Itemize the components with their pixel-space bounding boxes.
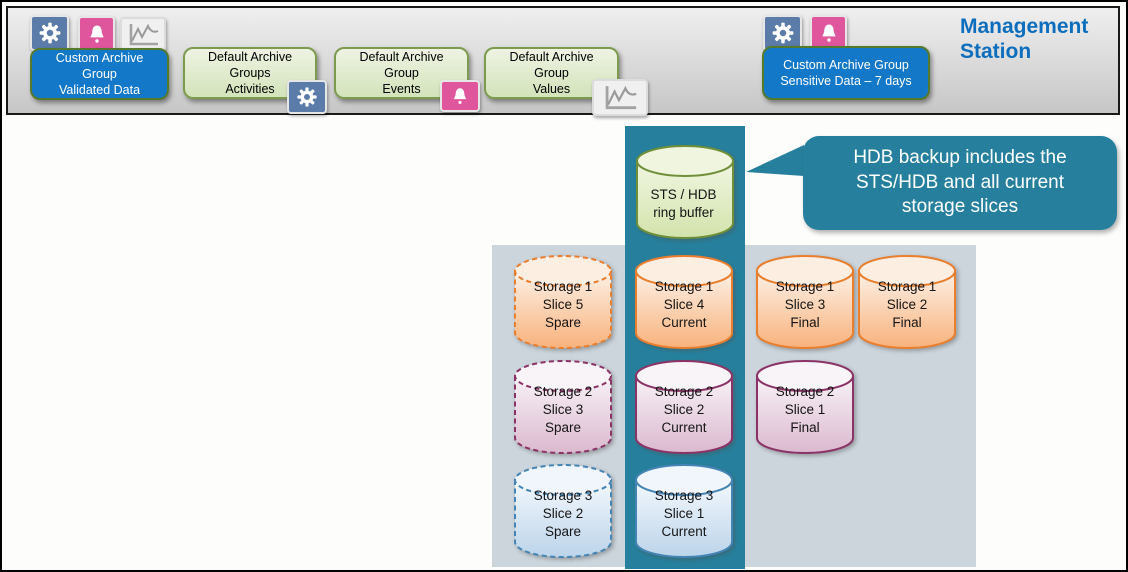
label-line: Slice 2 — [857, 296, 957, 314]
label-line: Slice 5 — [513, 296, 613, 314]
label-line: Spare — [513, 314, 613, 332]
label-line: Slice 2 — [513, 505, 613, 523]
bell-icon[interactable] — [78, 16, 115, 51]
chart-glyph — [125, 22, 161, 48]
label-line: Current — [634, 419, 734, 437]
cylinder-label: Storage 3 Slice 1 Current — [634, 487, 734, 540]
chart-glyph — [598, 84, 642, 112]
label-line: Current — [634, 314, 734, 332]
cylinder-label: Storage 1 Slice 4 Current — [634, 278, 734, 331]
label-line: Slice 2 — [634, 401, 734, 419]
chart-icon[interactable] — [592, 79, 648, 116]
label-line: Storage 1 — [755, 278, 855, 296]
chart-icon[interactable] — [120, 17, 166, 52]
label-line: Spare — [513, 523, 613, 541]
cylinder-label: Storage 1 Slice 2 Final — [857, 278, 957, 331]
gear-glyph — [770, 20, 796, 46]
label-line: Spare — [513, 419, 613, 437]
label-line: Slice 4 — [634, 296, 734, 314]
hdb-backup-callout: HDB backup includes the STS/HDB and all … — [803, 136, 1117, 230]
page-title: Management Station — [960, 14, 1088, 64]
cylinder-label: Storage 1 Slice 5 Spare — [513, 278, 613, 331]
label-line: Slice 1 — [755, 401, 855, 419]
cylinder-label: Storage 2 Slice 2 Current — [634, 383, 734, 436]
label-line: Final — [755, 314, 855, 332]
callout-pointer — [746, 145, 804, 176]
gear-icon[interactable] — [287, 80, 327, 114]
label-line: ring buffer — [635, 204, 732, 222]
gear-glyph — [295, 85, 319, 109]
bell-icon[interactable] — [440, 80, 480, 112]
label-line: Storage 3 — [513, 487, 613, 505]
custom-archive-group-validated-data[interactable]: Custom Archive Group Validated Data — [30, 48, 169, 100]
label-line: Storage 3 — [634, 487, 734, 505]
cylinder-label: Storage 3 Slice 2 Spare — [513, 487, 613, 540]
label-line: STS / HDB — [635, 186, 732, 204]
label-line: Final — [857, 314, 957, 332]
label-line: Storage 2 — [634, 383, 734, 401]
label-line: Slice 3 — [513, 401, 613, 419]
label-line: Storage 1 — [634, 278, 734, 296]
label-line: Storage 1 — [857, 278, 957, 296]
cylinder-label: Storage 2 Slice 3 Spare — [513, 383, 613, 436]
gear-glyph — [37, 20, 63, 46]
toolbar: Custom Archive Group Validated Data Defa… — [6, 6, 1120, 115]
label-line: Slice 3 — [755, 296, 855, 314]
cylinder-label: Storage 2 Slice 1 Final — [755, 383, 855, 436]
label-line: Slice 1 — [634, 505, 734, 523]
label-line: Storage 2 — [513, 383, 613, 401]
label-line: Storage 1 — [513, 278, 613, 296]
custom-archive-group-sensitive-data[interactable]: Custom Archive Group Sensitive Data – 7 … — [762, 46, 930, 100]
ring-buffer-label: STS / HDB ring buffer — [635, 186, 732, 222]
bell-glyph — [817, 21, 841, 45]
label-line: Storage 2 — [755, 383, 855, 401]
label-line: Current — [634, 523, 734, 541]
bell-glyph — [85, 22, 109, 46]
gear-icon[interactable] — [30, 15, 69, 51]
label-line: Final — [755, 419, 855, 437]
cylinder-label: Storage 1 Slice 3 Final — [755, 278, 855, 331]
bell-glyph — [449, 85, 471, 107]
management-station-window: Custom Archive Group Validated Data Defa… — [0, 0, 1128, 572]
